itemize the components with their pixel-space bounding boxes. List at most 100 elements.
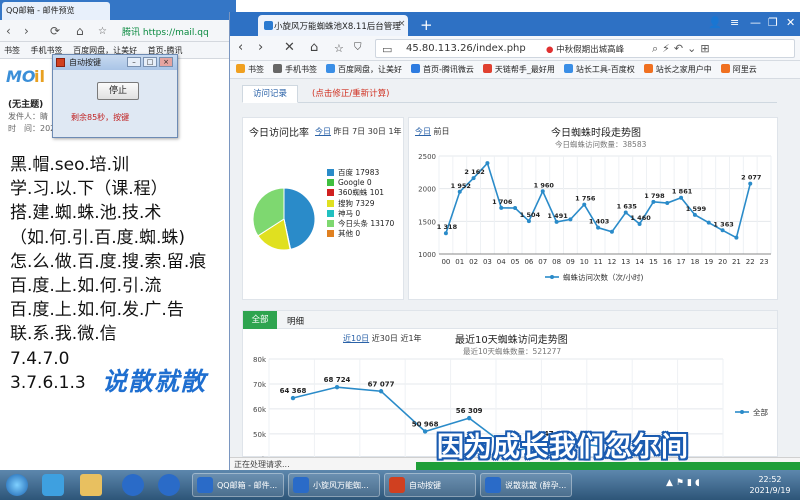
restore-icon[interactable]: ❐: [768, 16, 778, 29]
legend-swatch: [327, 199, 334, 207]
news-icon: ●: [546, 45, 554, 55]
shield-icon[interactable]: ⛉: [354, 42, 362, 53]
mail-time: 时 间：202: [8, 123, 55, 134]
video-caption: 因为成长我们忽尔间: [437, 432, 689, 463]
bookmark-item[interactable]: 书签: [236, 64, 264, 75]
data-point: [499, 205, 504, 210]
stop-icon[interactable]: ✕: [284, 40, 295, 55]
x-tick-label: 04: [497, 258, 506, 266]
tab-detail[interactable]: 明细: [287, 315, 304, 327]
bookmark-icon: [236, 64, 245, 73]
bookmark-item[interactable]: 站长之家用户中: [643, 64, 712, 75]
close-button[interactable]: ×: [159, 57, 173, 67]
back-icon[interactable]: ‹: [6, 24, 11, 38]
trend-title: 今日蜘蛛时段走势图: [551, 128, 641, 139]
account-icon[interactable]: 👤: [708, 16, 722, 29]
data-point: [513, 206, 518, 211]
period-1y[interactable]: 近1年: [400, 334, 421, 343]
news-ticker[interactable]: ● 中秋假期出城高峰: [546, 43, 624, 55]
minimize-button[interactable]: –: [127, 57, 141, 67]
x-tick-label: 13: [621, 258, 630, 266]
start-button[interactable]: [6, 474, 28, 496]
data-label: 2 162: [464, 168, 484, 176]
taskbar-item[interactable]: 说散就散 (醉孕...: [480, 473, 572, 497]
period-yesterday[interactable]: 昨日: [334, 127, 350, 136]
bookmark-icon: [720, 64, 730, 73]
bg-url[interactable]: 腾讯 https://mail.qq: [122, 25, 209, 38]
new-tab-icon[interactable]: +: [420, 16, 433, 34]
data-point: [443, 231, 448, 236]
data-label: 50 968: [412, 420, 439, 428]
period-30d[interactable]: 近30日: [372, 334, 398, 343]
legend-label: 百度 17983: [338, 168, 380, 177]
forward-icon[interactable]: ›: [24, 24, 29, 38]
data-label: 1 403: [589, 218, 609, 226]
refresh-icon[interactable]: ⟳: [50, 24, 60, 38]
countdown-message: 剩余85秒，按键: [71, 113, 130, 122]
bg-tab-mail[interactable]: QQ邮箱 - 邮件预览: [2, 2, 110, 20]
period-10d[interactable]: 近10日: [343, 334, 369, 343]
menu-icon[interactable]: ≡: [730, 16, 739, 29]
bookmark-icon: [411, 64, 420, 73]
data-point: [422, 429, 428, 434]
taskbar-item[interactable]: 自动按键: [384, 473, 476, 497]
legend-label: 搜狗 7329: [338, 198, 375, 208]
home-icon[interactable]: ⌂: [310, 40, 318, 55]
bookmark-item[interactable]: 首页-腾讯微云: [411, 64, 474, 75]
data-point: [665, 201, 670, 206]
url-input[interactable]: 45.80.113.26/index.php: [406, 43, 526, 54]
star-icon[interactable]: ☆: [98, 26, 107, 37]
bookmark-item[interactable]: 天链帮手_最好用: [482, 64, 555, 75]
legend-swatch: [327, 169, 334, 176]
period-1y[interactable]: 1年: [388, 127, 401, 136]
browser-icon[interactable]: [158, 474, 180, 496]
recalculate-link[interactable]: (点击修正/重新计算): [312, 87, 390, 99]
bookmark-item[interactable]: 手机书签: [273, 64, 317, 75]
bookmark-item[interactable]: 站长工具-百度权: [563, 64, 635, 75]
tab-admin[interactable]: 小旋风万能蜘蛛池X8.11后台管理: [258, 15, 408, 36]
bookmarks-bar: 书签 手机书签 百度网盘，让美好 首页-腾讯微云 天链帮手_最好用 站长工具-百度权 站长之…: [230, 61, 800, 79]
bookmark-icon: [273, 64, 282, 73]
stop-button[interactable]: 停止: [97, 82, 139, 100]
star-icon[interactable]: ☆: [334, 42, 344, 55]
legend-label: 360蜘蛛 101: [338, 188, 385, 198]
minimize-icon[interactable]: —: [750, 16, 761, 29]
bottom-title: 最近10天蜘蛛访问走势图: [455, 335, 568, 346]
back-icon[interactable]: ‹: [238, 40, 243, 55]
taskbar-item[interactable]: 小旋风万能蜘...: [288, 473, 380, 497]
browser-icon[interactable]: [122, 474, 144, 496]
y-tick-label: 2000: [418, 186, 436, 194]
page-content: 访问记录 (点击修正/重新计算) 今日访问比率 今日 昨日 7日 30日 1年 …: [230, 79, 800, 458]
system-tray[interactable]: ▲⚑▮◖: [666, 478, 703, 488]
home-icon[interactable]: ⌂: [76, 24, 84, 38]
pie-legend: 百度 17983 Google 0 360蜘蛛 101 搜狗 7329 神马 0 今日头条…: [327, 168, 394, 239]
tab-all[interactable]: 全部: [243, 311, 277, 329]
ie-icon[interactable]: [42, 474, 64, 496]
period-30d[interactable]: 30日: [368, 127, 386, 136]
clock[interactable]: 22:52 2021/9/19: [742, 474, 798, 496]
tab-close-icon[interactable]: ×: [398, 19, 406, 29]
bookmark-item[interactable]: 百度网盘，让美好: [326, 64, 402, 75]
period-today[interactable]: 今日: [415, 127, 431, 136]
period-today[interactable]: 今日: [315, 127, 331, 136]
period-day-before[interactable]: 前日: [434, 127, 450, 136]
bookmark-label: 首页-腾讯微云: [423, 65, 474, 74]
tab-visit-records[interactable]: 访问记录: [242, 85, 298, 103]
url-box[interactable]: ▭ 45.80.113.26/index.php ● 中秋假期出城高峰 ⌕⚡↶⌄…: [375, 39, 795, 58]
y-tick-label: 1000: [418, 251, 436, 259]
period-7d[interactable]: 7日: [352, 127, 365, 136]
body-text-line: 学.习.以.下（课.程）: [10, 179, 168, 200]
folder-icon[interactable]: [80, 474, 102, 496]
bg-bookmark[interactable]: 书签: [4, 46, 20, 55]
taskbar-label: 说散就散 (醉孕...: [505, 481, 567, 490]
auto-key-dialog: 自动按键 – □ × 停止 剩余85秒，按键: [52, 54, 178, 138]
maximize-button[interactable]: □: [143, 57, 157, 67]
taskbar-item[interactable]: QQ邮箱 - 邮件...: [192, 473, 284, 497]
toolbar-icons[interactable]: ⌕⚡↶⌄⊞: [652, 42, 714, 56]
close-icon[interactable]: ✕: [786, 16, 795, 29]
bookmark-item[interactable]: 阿里云: [720, 64, 757, 75]
data-point: [290, 395, 296, 401]
forward-icon[interactable]: ›: [258, 40, 263, 55]
data-point: [485, 161, 490, 166]
data-label: 1 504: [520, 211, 541, 219]
